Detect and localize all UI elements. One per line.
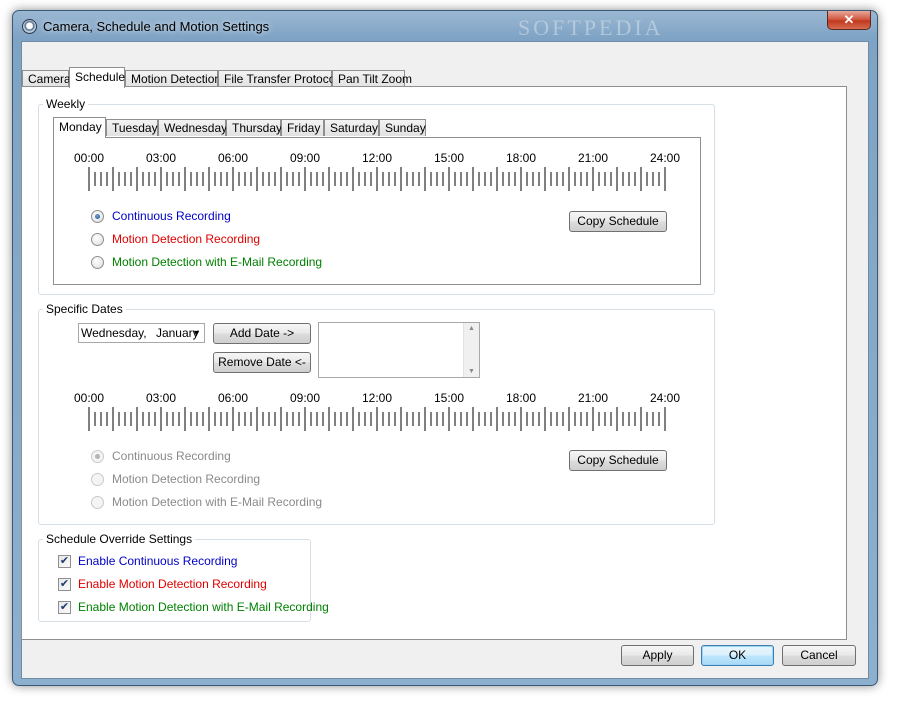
specific-dates-group: Specific Dates Wednesday, January ▼ Add … (38, 302, 715, 525)
override-group: Schedule Override Settings ✔ Enable Cont… (38, 532, 329, 622)
close-button[interactable]: ✕ (827, 11, 871, 30)
settings-window: Camera, Schedule and Motion Settings SOF… (12, 10, 878, 686)
dates-time-label: 15:00 (433, 391, 465, 405)
day-schedule-panel: 00:00 03:00 06:00 09:00 12:00 15:00 18:00 21:00… (53, 137, 701, 285)
motion-email-radio-label: Motion Detection with E-Mail Recording (112, 255, 323, 269)
dates-time-label: 00:00 (73, 391, 105, 405)
weekly-option-motion[interactable]: Motion Detection Recording (91, 231, 260, 247)
override-group-label: Schedule Override Settings (43, 532, 196, 546)
continuous-radio-label: Continuous Recording (112, 209, 231, 223)
weekly-time-label: 24:00 (649, 151, 681, 165)
chevron-down-icon[interactable]: ▼ (192, 324, 201, 342)
day-tab-wednesday[interactable]: Wednesday (158, 119, 227, 136)
continuous-radio[interactable] (91, 209, 104, 223)
dates-motion-radio[interactable] (91, 472, 104, 486)
day-tab-monday[interactable]: Monday (53, 117, 106, 138)
override-continuous-label: Enable Continuous Recording (78, 554, 238, 568)
add-date-button[interactable]: Add Date -> (213, 323, 311, 344)
dates-option-continuous[interactable]: Continuous Recording (91, 448, 231, 464)
override-motion[interactable]: ✔ Enable Motion Detection Recording (58, 576, 267, 592)
weekly-time-label: 06:00 (217, 151, 249, 165)
cancel-button[interactable]: Cancel (782, 645, 856, 666)
override-motion-email[interactable]: ✔ Enable Motion Detection with E-Mail Re… (58, 599, 329, 615)
check-icon[interactable]: ✔ (58, 577, 71, 591)
tab-camera[interactable]: Camera (22, 70, 71, 87)
day-tab-saturday[interactable]: Saturday (324, 119, 379, 136)
remove-date-button[interactable]: Remove Date <- (213, 352, 311, 373)
weekly-time-label: 03:00 (145, 151, 177, 165)
motion-radio-label: Motion Detection Recording (112, 232, 261, 246)
override-continuous[interactable]: ✔ Enable Continuous Recording (58, 553, 237, 569)
dates-motion-email-label: Motion Detection with E-Mail Recording (112, 495, 323, 509)
dates-motion-email-radio[interactable] (91, 495, 104, 509)
tab-motion-detection[interactable]: Motion Detection (125, 70, 221, 87)
dates-listbox[interactable]: ▲ ▼ (318, 322, 480, 378)
day-tab-friday[interactable]: Friday (281, 119, 324, 136)
listbox-scrollbar[interactable]: ▲ ▼ (463, 323, 479, 377)
weekly-group: Weekly Monday Tuesday Wednesday Thursday… (38, 97, 715, 295)
dates-copy-schedule-button[interactable]: Copy Schedule (569, 450, 667, 471)
softpedia-watermark: SOFTPEDIA (518, 15, 664, 40)
dates-continuous-radio[interactable] (91, 449, 104, 463)
tab-file-transfer-protocol[interactable]: File Transfer Protocol (218, 70, 338, 87)
dates-motion-label: Motion Detection Recording (112, 472, 261, 486)
motion-radio[interactable] (91, 232, 104, 246)
weekly-option-continuous[interactable]: Continuous Recording (91, 208, 231, 224)
override-motion-label: Enable Motion Detection Recording (78, 577, 267, 591)
dates-option-motion[interactable]: Motion Detection Recording (91, 471, 260, 487)
weekly-copy-schedule-button[interactable]: Copy Schedule (569, 211, 667, 232)
ok-button[interactable]: OK (701, 645, 774, 666)
dialog-client-area: Camera Schedule Motion Detection File Tr… (21, 41, 869, 679)
weekly-time-labels: 00:00 03:00 06:00 09:00 12:00 15:00 18:00 21:00… (54, 151, 700, 165)
weekly-group-label: Weekly (43, 97, 89, 111)
tab-schedule[interactable]: Schedule (69, 67, 125, 88)
apply-button[interactable]: Apply (621, 645, 694, 666)
dates-continuous-label: Continuous Recording (112, 449, 231, 463)
weekly-time-label: 15:00 (433, 151, 465, 165)
check-icon[interactable]: ✔ (58, 554, 71, 568)
dates-time-labels: 00:00 03:00 06:00 09:00 12:00 15:00 18:00 21:00… (54, 391, 700, 405)
override-motion-email-label: Enable Motion Detection with E-Mail Reco… (78, 600, 329, 614)
dates-option-motion-email[interactable]: Motion Detection with E-Mail Recording (91, 494, 322, 510)
day-tab-thursday[interactable]: Thursday (226, 119, 282, 136)
motion-email-radio[interactable] (91, 255, 104, 269)
date-picker-day: Wednesday, (81, 326, 147, 340)
weekly-time-label: 18:00 (505, 151, 537, 165)
weekly-time-label: 00:00 (73, 151, 105, 165)
check-icon[interactable]: ✔ (58, 600, 71, 614)
dates-time-label: 12:00 (361, 391, 393, 405)
tab-pan-tilt-zoom[interactable]: Pan Tilt Zoom (332, 70, 412, 87)
scroll-up-icon[interactable]: ▲ (468, 325, 475, 332)
dates-time-label: 24:00 (649, 391, 681, 405)
specific-dates-group-label: Specific Dates (43, 302, 126, 316)
day-tab-sunday[interactable]: Sunday (379, 119, 426, 136)
weekly-option-motion-email[interactable]: Motion Detection with E-Mail Recording (91, 254, 322, 270)
schedule-tab-panel: Weekly Monday Tuesday Wednesday Thursday… (21, 86, 847, 640)
weekly-time-slider[interactable] (54, 167, 700, 193)
dates-time-label: 09:00 (289, 391, 321, 405)
dates-time-label: 03:00 (145, 391, 177, 405)
window-title: Camera, Schedule and Motion Settings (43, 19, 270, 34)
weekly-time-label: 09:00 (289, 151, 321, 165)
weekly-time-label: 12:00 (361, 151, 393, 165)
webcam-icon (22, 19, 37, 34)
day-tab-tuesday[interactable]: Tuesday (106, 119, 158, 136)
dates-time-slider[interactable] (54, 407, 700, 433)
dates-time-label: 21:00 (577, 391, 609, 405)
date-picker[interactable]: Wednesday, January ▼ (78, 323, 205, 343)
weekly-time-label: 21:00 (577, 151, 609, 165)
dates-time-label: 18:00 (505, 391, 537, 405)
dates-time-label: 06:00 (217, 391, 249, 405)
scroll-down-icon[interactable]: ▼ (468, 368, 475, 375)
title-bar[interactable]: Camera, Schedule and Motion Settings SOF… (13, 11, 877, 41)
